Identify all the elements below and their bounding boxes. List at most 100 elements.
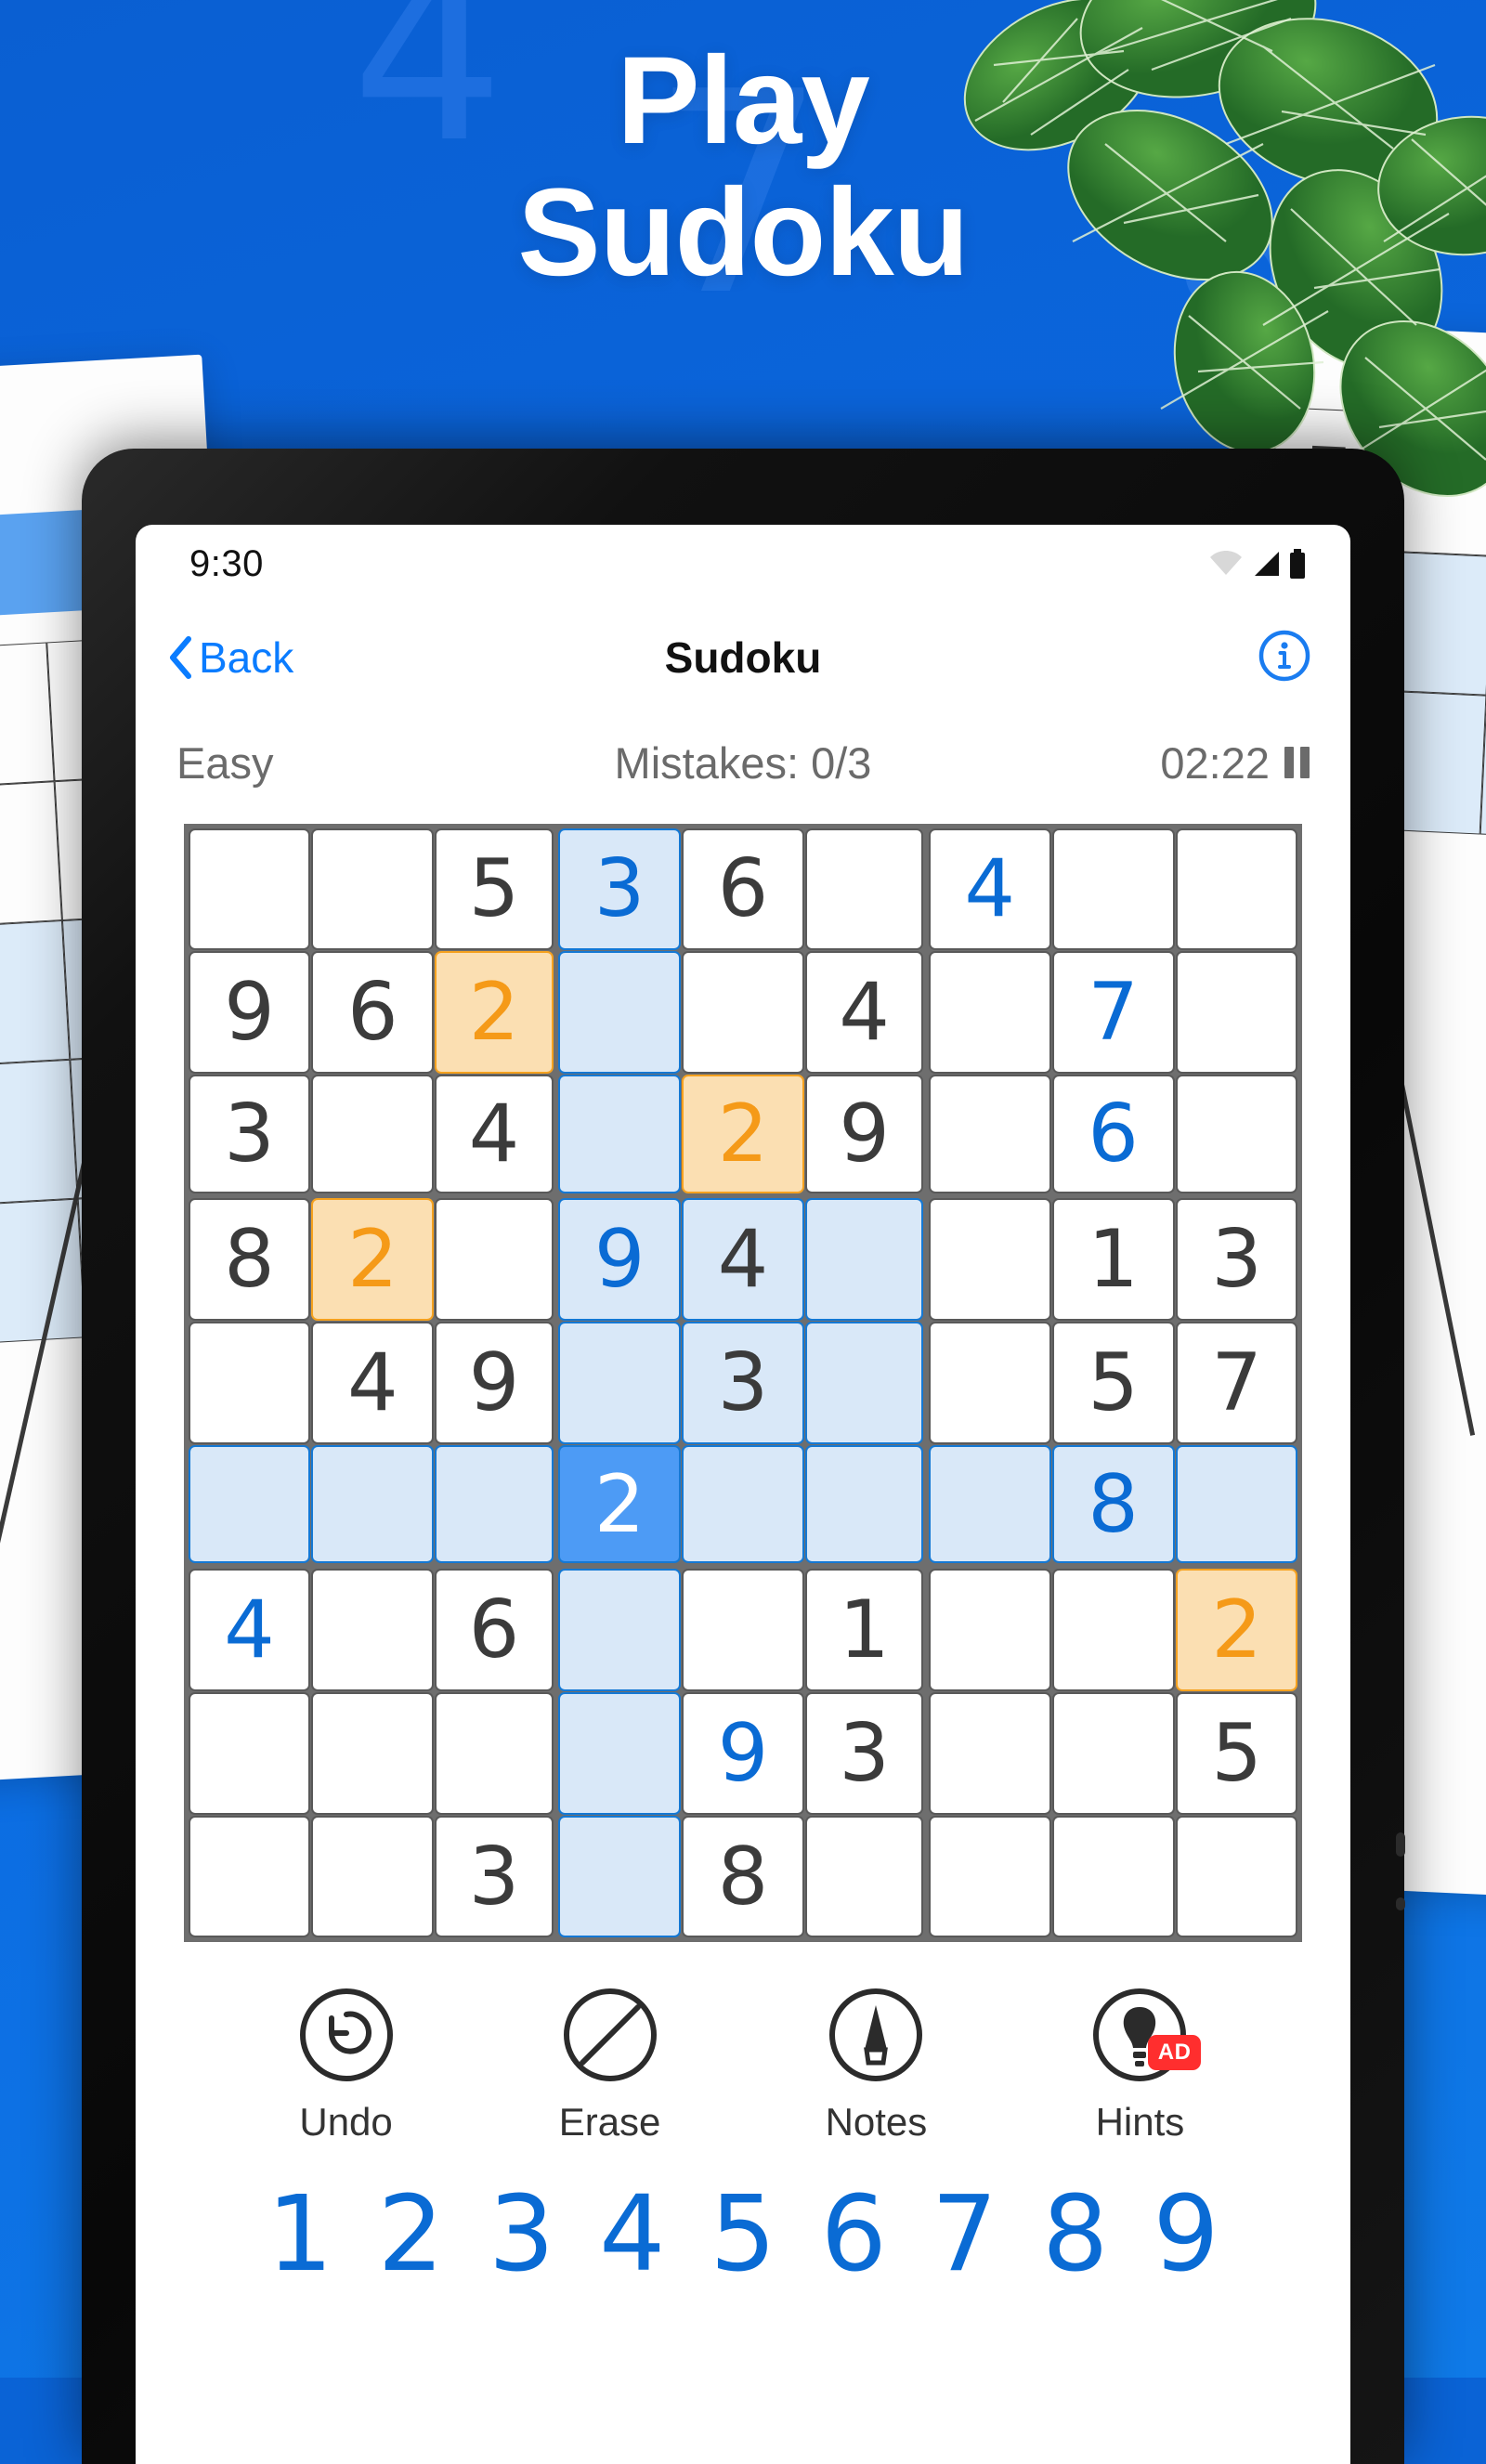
sudoku-cell[interactable] <box>1175 1075 1298 1193</box>
sudoku-cell[interactable] <box>928 1691 1051 1815</box>
number-pad[interactable]: 123456789 <box>136 2177 1350 2292</box>
sudoku-cell[interactable]: 9 <box>188 951 311 1075</box>
numpad-key-7[interactable]: 7 <box>910 2177 1020 2292</box>
sudoku-cell[interactable]: 1 <box>1051 1198 1175 1322</box>
sudoku-cell[interactable] <box>558 1815 682 1938</box>
sudoku-cell[interactable]: 2 <box>311 1198 435 1322</box>
sudoku-cell[interactable] <box>804 1198 924 1322</box>
sudoku-cell[interactable]: 8 <box>188 1198 311 1322</box>
sudoku-cell[interactable]: 3 <box>804 1691 924 1815</box>
sudoku-cell[interactable]: 9 <box>435 1322 554 1444</box>
sudoku-cell[interactable] <box>928 1444 1051 1564</box>
device-button-power[interactable] <box>1396 1897 1405 1910</box>
sudoku-cell[interactable] <box>311 828 435 951</box>
sudoku-cell[interactable] <box>804 1444 924 1564</box>
numpad-key-6[interactable]: 6 <box>799 2177 908 2292</box>
sudoku-cell[interactable] <box>188 1322 311 1444</box>
sudoku-cell[interactable]: 1 <box>804 1568 924 1691</box>
sudoku-cell[interactable]: 3 <box>682 1322 804 1444</box>
device-button-volume[interactable] <box>1396 1832 1405 1857</box>
sudoku-cell[interactable] <box>558 1691 682 1815</box>
sudoku-cell[interactable]: 4 <box>682 1198 804 1322</box>
numpad-key-5[interactable]: 5 <box>688 2177 798 2292</box>
sudoku-cell[interactable] <box>435 1198 554 1322</box>
erase-button[interactable]: Erase <box>559 1987 660 2145</box>
sudoku-cell[interactable] <box>928 1075 1051 1193</box>
sudoku-cell[interactable] <box>928 1198 1051 1322</box>
sudoku-cell[interactable]: 4 <box>311 1322 435 1444</box>
pause-icon[interactable] <box>1284 747 1310 778</box>
sudoku-cell[interactable]: 3 <box>1175 1198 1298 1322</box>
sudoku-cell[interactable]: 3 <box>558 828 682 951</box>
sudoku-grid[interactable]: 536496247342968294134935728461293538 <box>184 824 1302 1942</box>
undo-button[interactable]: Undo <box>298 1987 395 2145</box>
sudoku-cell[interactable] <box>435 1444 554 1564</box>
sudoku-cell[interactable]: 8 <box>682 1815 804 1938</box>
sudoku-cell[interactable]: 4 <box>928 828 1051 951</box>
sudoku-cell[interactable] <box>804 828 924 951</box>
sudoku-cell[interactable] <box>558 1322 682 1444</box>
numpad-key-2[interactable]: 2 <box>356 2177 465 2292</box>
sudoku-cell[interactable]: 8 <box>1051 1444 1175 1564</box>
sudoku-cell[interactable] <box>1175 1444 1298 1564</box>
sudoku-cell[interactable] <box>804 1322 924 1444</box>
sudoku-cell[interactable]: 2 <box>558 1444 682 1564</box>
sudoku-cell[interactable]: 6 <box>311 951 435 1075</box>
back-button[interactable]: Back <box>167 632 293 683</box>
sudoku-cell[interactable] <box>188 1691 311 1815</box>
sudoku-cell[interactable]: 9 <box>682 1691 804 1815</box>
sudoku-cell[interactable]: 3 <box>188 1075 311 1193</box>
sudoku-cell[interactable] <box>558 1568 682 1691</box>
sudoku-cell[interactable] <box>311 1075 435 1193</box>
sudoku-cell[interactable] <box>804 1815 924 1938</box>
sudoku-cell[interactable] <box>928 951 1051 1075</box>
sudoku-cell[interactable] <box>928 1322 1051 1444</box>
numpad-key-3[interactable]: 3 <box>467 2177 577 2292</box>
sudoku-cell[interactable] <box>682 1444 804 1564</box>
sudoku-cell[interactable] <box>1051 1815 1175 1938</box>
sudoku-cell[interactable]: 7 <box>1051 951 1175 1075</box>
sudoku-cell[interactable]: 5 <box>1175 1691 1298 1815</box>
sudoku-cell[interactable]: 9 <box>804 1075 924 1193</box>
sudoku-cell[interactable] <box>1051 828 1175 951</box>
sudoku-cell[interactable]: 6 <box>1051 1075 1175 1193</box>
sudoku-cell[interactable] <box>311 1444 435 1564</box>
numpad-key-8[interactable]: 8 <box>1021 2177 1130 2292</box>
sudoku-cell[interactable]: 5 <box>435 828 554 951</box>
sudoku-cell[interactable] <box>311 1691 435 1815</box>
sudoku-cell[interactable]: 2 <box>1175 1568 1298 1691</box>
sudoku-cell[interactable] <box>1051 1568 1175 1691</box>
sudoku-cell[interactable] <box>435 1691 554 1815</box>
sudoku-cell[interactable]: 5 <box>1051 1322 1175 1444</box>
sudoku-cell[interactable] <box>1175 1815 1298 1938</box>
sudoku-cell[interactable] <box>188 828 311 951</box>
sudoku-cell[interactable]: 3 <box>435 1815 554 1938</box>
sudoku-cell[interactable] <box>1175 828 1298 951</box>
sudoku-cell[interactable] <box>558 1075 682 1193</box>
sudoku-cell[interactable]: 6 <box>682 828 804 951</box>
notes-button[interactable]: Notes <box>826 1987 927 2145</box>
sudoku-cell[interactable]: 4 <box>188 1568 311 1691</box>
sudoku-cell[interactable]: 2 <box>435 951 554 1075</box>
sudoku-cell[interactable] <box>1051 1691 1175 1815</box>
sudoku-cell[interactable] <box>928 1568 1051 1691</box>
numpad-key-1[interactable]: 1 <box>245 2177 355 2292</box>
sudoku-cell[interactable]: 4 <box>804 951 924 1075</box>
sudoku-cell[interactable]: 4 <box>435 1075 554 1193</box>
sudoku-cell[interactable] <box>311 1568 435 1691</box>
sudoku-cell[interactable] <box>188 1444 311 1564</box>
sudoku-cell[interactable]: 6 <box>435 1568 554 1691</box>
sudoku-cell[interactable] <box>311 1815 435 1938</box>
sudoku-cell[interactable] <box>558 951 682 1075</box>
sudoku-cell[interactable]: 9 <box>558 1198 682 1322</box>
sudoku-cell[interactable]: 7 <box>1175 1322 1298 1444</box>
sudoku-cell[interactable] <box>188 1815 311 1938</box>
sudoku-cell[interactable]: 2 <box>682 1075 804 1193</box>
sudoku-cell[interactable] <box>682 1568 804 1691</box>
sudoku-cell[interactable] <box>682 951 804 1075</box>
info-button[interactable] <box>1258 629 1311 687</box>
sudoku-cell[interactable] <box>928 1815 1051 1938</box>
numpad-key-4[interactable]: 4 <box>578 2177 687 2292</box>
hints-button[interactable]: AD Hints <box>1091 1987 1202 2145</box>
numpad-key-9[interactable]: 9 <box>1131 2177 1241 2292</box>
